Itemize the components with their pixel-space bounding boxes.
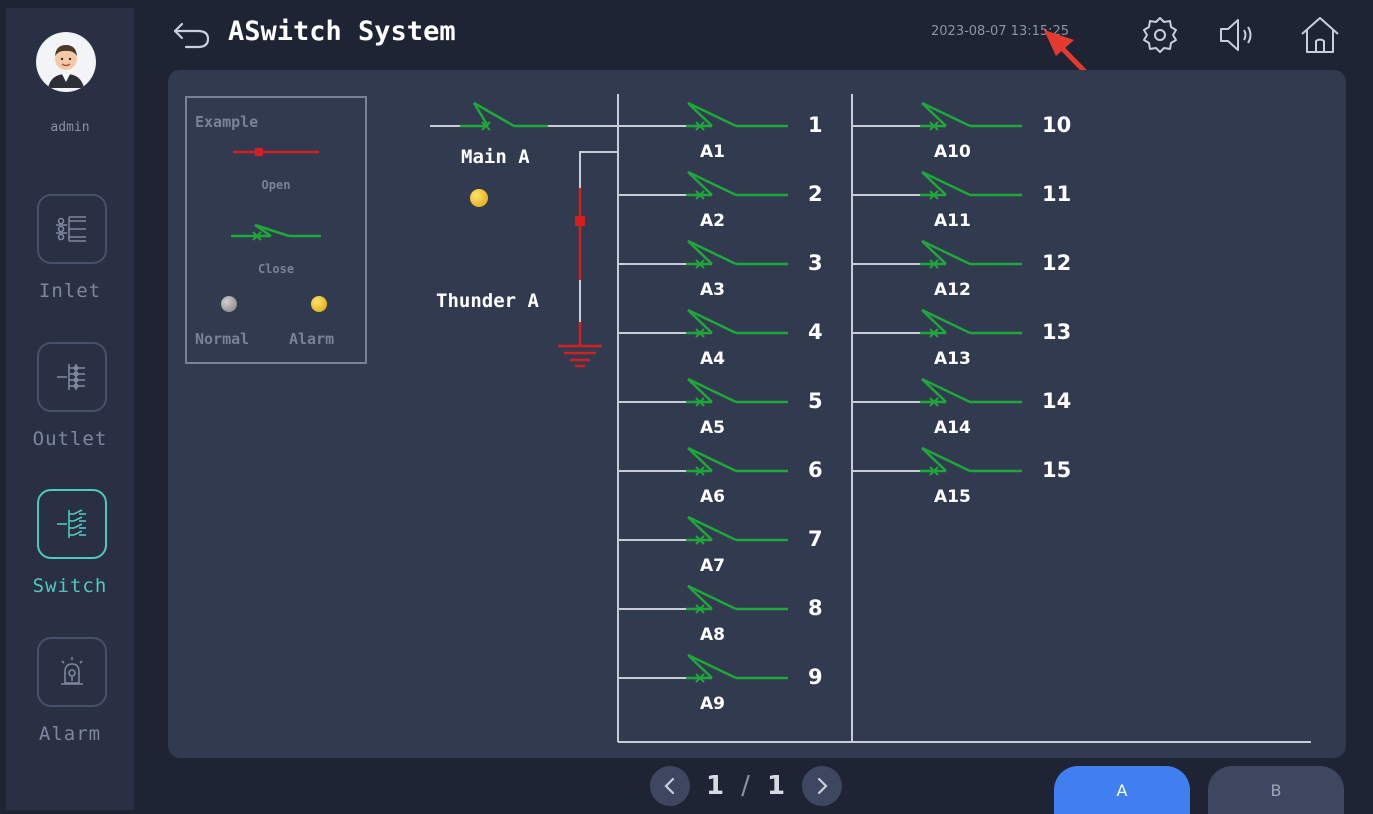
branch-switch-icon[interactable] [618, 510, 798, 550]
branch-switch-icon[interactable] [618, 372, 798, 412]
page-indicator: 1 / 1 [706, 771, 785, 801]
branch-number: 7 [808, 527, 823, 551]
inlet-icon [56, 216, 86, 242]
branch-switch-icon[interactable] [852, 96, 1032, 136]
nav-outlet-button[interactable] [37, 342, 107, 412]
nav-alarm-button[interactable] [37, 637, 107, 707]
nav-switch-label: Switch [32, 575, 108, 597]
branch-switch-icon[interactable] [852, 165, 1032, 205]
next-page-button[interactable] [802, 766, 842, 806]
branch-label: A13 [934, 349, 971, 369]
avatar[interactable] [36, 32, 96, 92]
username: admin [50, 120, 90, 135]
branch-switches: 1 A1 2 A2 3 A3 4 A4 5 A5 6 A6 7 A7 8 A8 9 A9 10 A10 11 A11 12 A… [168, 70, 1346, 758]
tab-b-button[interactable]: B [1208, 766, 1344, 814]
nav-alarm-label: Alarm [38, 723, 102, 745]
branch-label: A4 [700, 349, 725, 369]
branch-label: A6 [700, 487, 725, 507]
nav-switch-button[interactable] [37, 489, 107, 559]
branch-number: 1 [808, 113, 823, 137]
branch-number: 11 [1042, 182, 1072, 206]
branch-number: 14 [1042, 389, 1072, 413]
branch-switch-icon[interactable] [852, 234, 1032, 274]
home-icon[interactable] [1298, 14, 1342, 60]
branch-switch-icon[interactable] [618, 648, 798, 688]
current-page: 1 [706, 771, 725, 801]
branch-label: A2 [700, 211, 725, 231]
top-bar: ASwitch System 2023-08-07 13:15:25 [134, 8, 1373, 133]
branch-label: A11 [934, 211, 971, 231]
branch-label: A9 [700, 694, 725, 714]
diagram-panel: Example Open Close Normal Alarm Main A T… [168, 70, 1346, 758]
branch-switch-icon[interactable] [618, 441, 798, 481]
branch-number: 13 [1042, 320, 1072, 344]
page-separator: / [741, 771, 750, 801]
back-icon[interactable] [172, 20, 212, 54]
chevron-right-icon [817, 777, 828, 795]
switch-icon [57, 509, 86, 538]
branch-label: A15 [934, 487, 971, 507]
branch-label: A14 [934, 418, 971, 438]
outlet-icon [57, 364, 85, 390]
branch-switch-icon[interactable] [618, 165, 798, 205]
branch-label: A8 [700, 625, 725, 645]
page-title: ASwitch System [228, 16, 456, 47]
branch-number: 9 [808, 665, 823, 689]
branch-switch-icon[interactable] [618, 303, 798, 343]
sidebar: admin Inlet Outlet Switch Alarm [6, 8, 134, 810]
branch-label: A3 [700, 280, 725, 300]
branch-number: 4 [808, 320, 823, 344]
nav-outlet-label: Outlet [32, 428, 108, 450]
branch-label: A5 [700, 418, 725, 438]
branch-number: 5 [808, 389, 823, 413]
branch-number: 6 [808, 458, 823, 482]
branch-number: 3 [808, 251, 823, 275]
branch-switch-icon[interactable] [618, 96, 798, 136]
nav-inlet-label: Inlet [38, 280, 102, 302]
branch-switch-icon[interactable] [618, 579, 798, 619]
branch-number: 15 [1042, 458, 1072, 482]
nav-inlet-button[interactable] [37, 194, 107, 264]
branch-label: A7 [700, 556, 725, 576]
branch-switch-icon[interactable] [852, 372, 1032, 412]
volume-icon[interactable] [1216, 14, 1258, 60]
branch-label: A12 [934, 280, 971, 300]
branch-number: 12 [1042, 251, 1072, 275]
branch-number: 10 [1042, 113, 1072, 137]
tab-a-button[interactable]: A [1054, 766, 1190, 814]
total-pages: 1 [766, 771, 786, 801]
branch-label: A1 [700, 142, 725, 162]
branch-switch-icon[interactable] [852, 441, 1032, 481]
branch-switch-icon[interactable] [852, 303, 1032, 343]
chevron-left-icon [664, 777, 675, 795]
branch-switch-icon[interactable] [618, 234, 798, 274]
branch-number: 8 [808, 596, 823, 620]
alarm-icon [61, 657, 83, 685]
prev-page-button[interactable] [650, 766, 690, 806]
branch-label: A10 [934, 142, 971, 162]
branch-number: 2 [808, 182, 823, 206]
